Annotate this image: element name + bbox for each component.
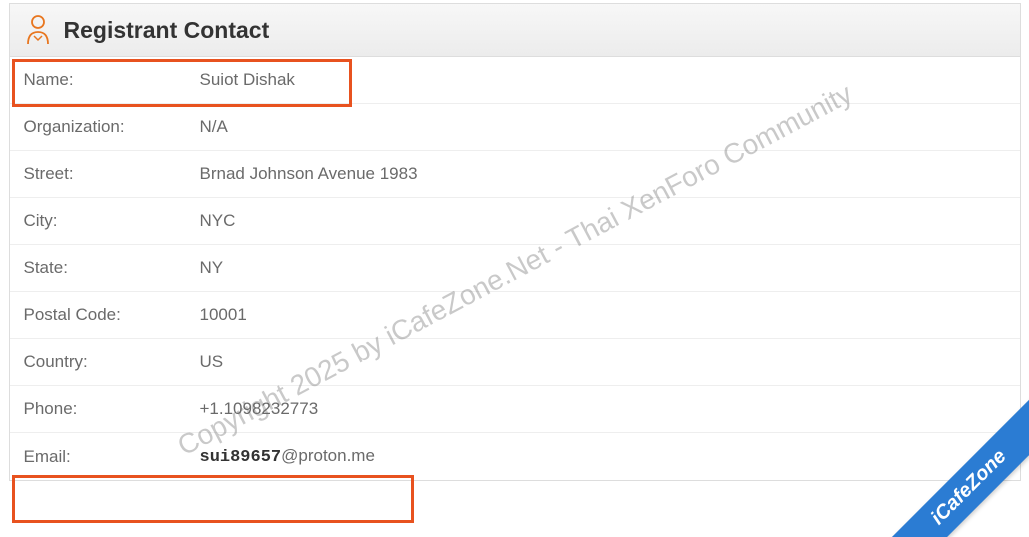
row-phone: Phone: +1.1098232773 [10,386,1020,433]
label-city: City: [24,211,200,231]
value-postal: 10001 [200,305,247,325]
label-name: Name: [24,70,200,90]
value-city: NYC [200,211,236,231]
label-email: Email: [24,447,200,467]
value-phone: +1.1098232773 [200,399,319,419]
label-postal: Postal Code: [24,305,200,325]
row-name: Name: Suiot Dishak [10,57,1020,104]
row-city: City: NYC [10,198,1020,245]
value-country: US [200,352,224,372]
email-domain-part: @proton.me [281,446,375,465]
label-state: State: [24,258,200,278]
value-street: Brnad Johnson Avenue 1983 [200,164,418,184]
value-state: NY [200,258,224,278]
label-country: Country: [24,352,200,372]
value-organization: N/A [200,117,228,137]
row-organization: Organization: N/A [10,104,1020,151]
label-phone: Phone: [24,399,200,419]
value-name: Suiot Dishak [200,70,295,90]
row-postal: Postal Code: 10001 [10,292,1020,339]
panel-title: Registrant Contact [64,17,270,44]
row-street: Street: Brnad Johnson Avenue 1983 [10,151,1020,198]
registrant-contact-panel: Registrant Contact Name: Suiot Dishak Or… [9,3,1021,481]
value-email: sui89657@proton.me [200,446,375,467]
person-icon [24,14,52,46]
label-organization: Organization: [24,117,200,137]
row-state: State: NY [10,245,1020,292]
email-local-part: sui89657 [200,448,282,467]
highlight-email-box [12,475,414,523]
panel-header: Registrant Contact [10,4,1020,57]
label-street: Street: [24,164,200,184]
contact-rows: Name: Suiot Dishak Organization: N/A Str… [10,57,1020,480]
row-country: Country: US [10,339,1020,386]
row-email: Email: sui89657@proton.me [10,433,1020,480]
